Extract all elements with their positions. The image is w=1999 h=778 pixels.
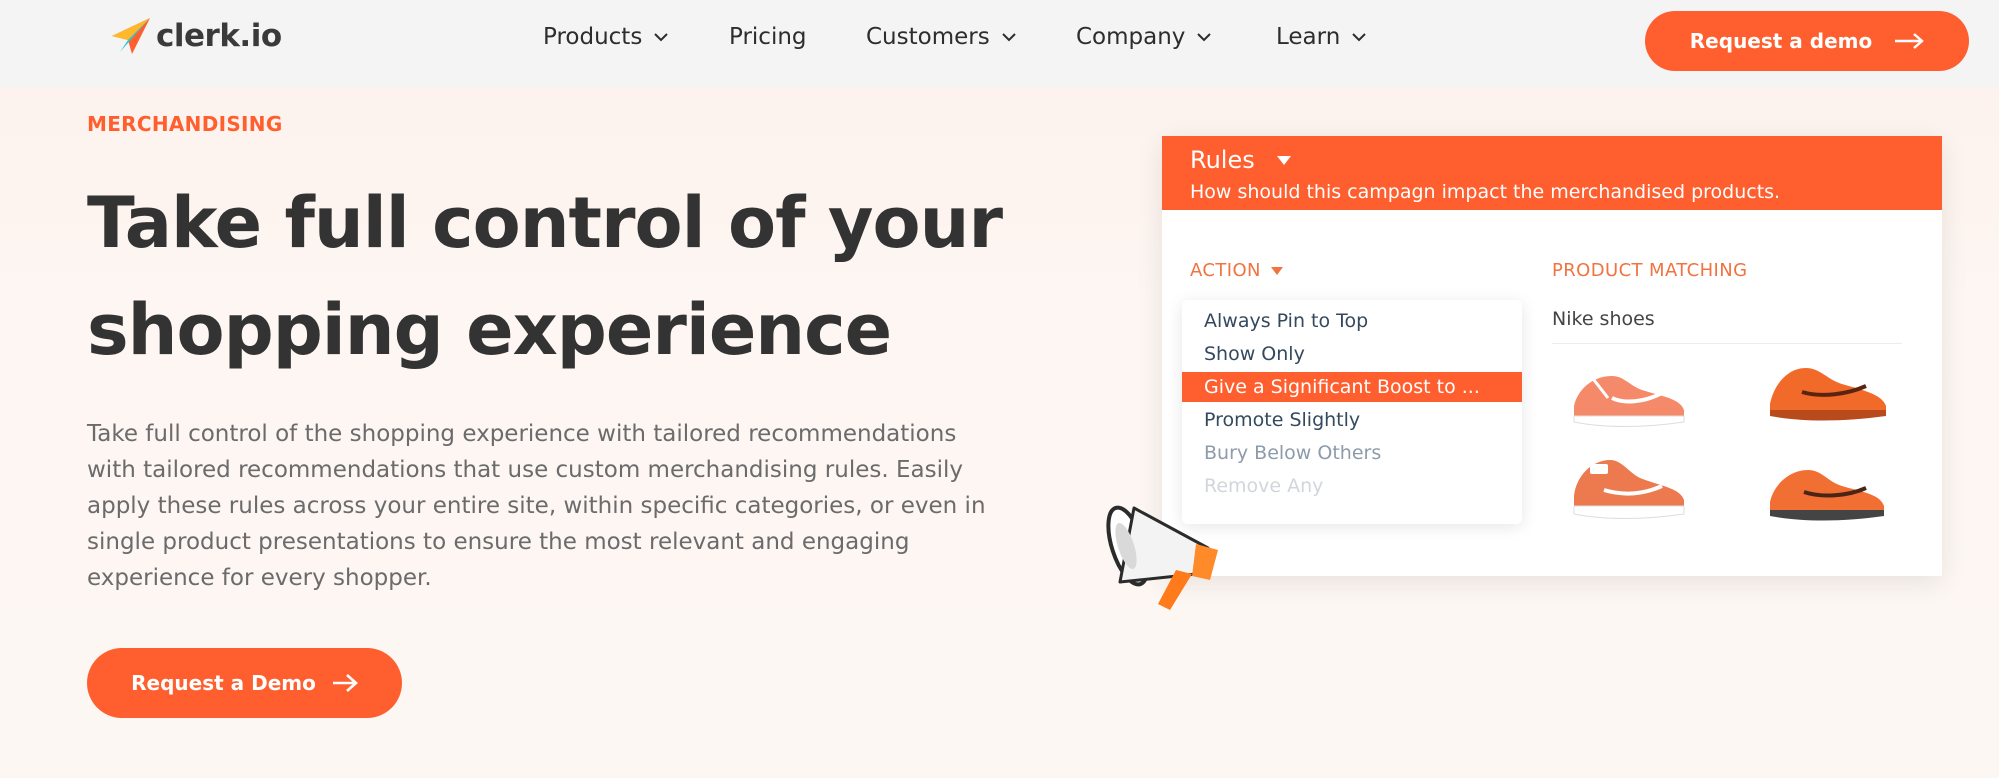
chevron-down-icon: [1352, 32, 1367, 41]
product-thumbnail-shoe[interactable]: [1564, 358, 1694, 430]
hero-body-text: Take full control of the shopping experi…: [87, 421, 986, 591]
action-option-promote-slightly[interactable]: Promote Slightly: [1182, 405, 1522, 435]
action-dropdown-label[interactable]: ACTION: [1190, 260, 1283, 281]
rules-card-header: Rules How should this campagn impact the…: [1162, 136, 1942, 210]
product-thumbnail-shoe[interactable]: [1762, 454, 1892, 526]
product-thumbnail-shoe[interactable]: [1762, 354, 1892, 426]
nav-item-label: Products: [543, 24, 643, 50]
nav-item-products[interactable]: Products: [543, 24, 669, 50]
rules-subtitle: How should this campagn impact the merch…: [1190, 181, 1781, 203]
nav-item-label: Pricing: [729, 24, 807, 50]
request-demo-hero-label: Request a Demo: [131, 671, 316, 695]
arrow-right-icon: [1895, 33, 1925, 49]
action-options-list: Always Pin to Top Show Only Give a Signi…: [1182, 300, 1522, 524]
logo[interactable]: clerk.io: [108, 14, 282, 58]
request-demo-label: Request a demo: [1689, 29, 1873, 53]
action-option-always-pin[interactable]: Always Pin to Top: [1182, 306, 1522, 336]
rules-card: Rules How should this campagn impact the…: [1162, 136, 1942, 576]
logo-text: clerk.io: [156, 18, 282, 54]
action-label: ACTION: [1190, 260, 1261, 281]
top-navigation: clerk.io Products Pricing Customers Comp…: [0, 0, 1999, 88]
action-option-show-only[interactable]: Show Only: [1182, 339, 1522, 369]
nav-item-company[interactable]: Company: [1076, 24, 1212, 50]
nav-item-label: Company: [1076, 24, 1186, 50]
caret-down-icon: [1276, 155, 1291, 165]
section-eyebrow: MERCHANDISING: [87, 112, 283, 136]
paper-plane-logo-icon: [112, 18, 150, 54]
rules-title: Rules: [1190, 146, 1255, 174]
request-demo-hero-button[interactable]: Request a Demo: [87, 648, 402, 718]
nav-item-label: Customers: [866, 24, 990, 50]
chevron-down-icon: [654, 32, 669, 41]
headline-line-2: shopping experience: [87, 289, 892, 371]
action-option-bury-below[interactable]: Bury Below Others: [1182, 438, 1522, 468]
product-matching-label: PRODUCT MATCHING: [1552, 260, 1748, 281]
arrow-right-icon: [332, 674, 358, 692]
action-option-remove-any[interactable]: Remove Any: [1182, 471, 1522, 501]
request-demo-button[interactable]: Request a demo: [1645, 11, 1969, 71]
product-matching-search[interactable]: Nike shoes: [1552, 308, 1902, 344]
caret-down-icon: [1270, 266, 1283, 275]
nav-item-learn[interactable]: Learn: [1276, 24, 1367, 50]
chevron-down-icon: [1197, 32, 1212, 41]
action-option-significant-boost[interactable]: Give a Significant Boost to ...: [1182, 372, 1522, 402]
rules-title-dropdown[interactable]: Rules: [1190, 146, 1291, 174]
headline-line-1: Take full control of your: [87, 182, 1003, 264]
chevron-down-icon: [1002, 32, 1016, 41]
hero-headline: Take full control of your shopping exper…: [87, 170, 1047, 384]
nav-item-pricing[interactable]: Pricing: [729, 24, 807, 50]
nav-item-customers[interactable]: Customers: [866, 24, 1016, 50]
megaphone-icon: [1106, 505, 1218, 610]
nav-item-label: Learn: [1276, 24, 1341, 50]
product-thumbnail-shoe[interactable]: [1564, 450, 1694, 522]
